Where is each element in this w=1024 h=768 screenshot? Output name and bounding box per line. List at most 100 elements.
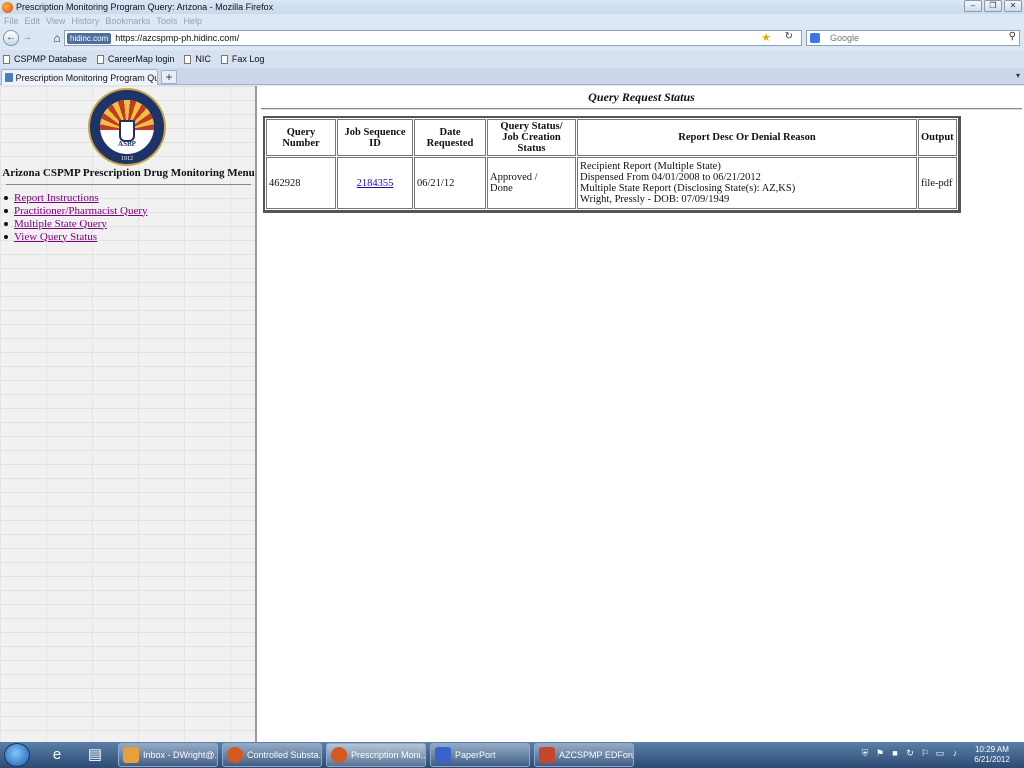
job-sequence-link[interactable]: 2184355 (357, 178, 394, 189)
menu-tools[interactable]: Tools (156, 16, 177, 26)
volume-icon[interactable]: ♪ (950, 747, 960, 759)
desc-line3: Multiple State Report (Disclosing State(… (580, 183, 796, 194)
firefox-icon (227, 747, 243, 763)
site-badge-text: hidinc.com (70, 33, 109, 43)
bullet (4, 234, 8, 239)
bookmark-cspmp-database[interactable]: CSPMP Database (3, 54, 87, 64)
google-icon[interactable] (810, 33, 820, 43)
taskbar-item-powerpoint[interactable]: AZCSPMP EDForu... (534, 743, 634, 767)
practitioner-pharmacist-query-link[interactable]: Practitioner/Pharmacist Query (14, 205, 148, 217)
task-label: PaperPort (455, 750, 496, 760)
app-tray-icon[interactable]: ■ (890, 747, 900, 759)
cell-status: Approved / Done (487, 157, 576, 209)
search-icon[interactable]: ⚲ (1009, 31, 1016, 42)
reload-icon[interactable]: ↻ (785, 31, 793, 42)
menu-divider (6, 184, 251, 185)
report-instructions-link[interactable]: Report Instructions (14, 192, 99, 204)
list-tabs-icon[interactable]: ▾ (1016, 71, 1020, 80)
network-icon[interactable]: ▭ (935, 747, 945, 759)
status-line1: Approved / (490, 172, 538, 183)
taskbar-item-outlook[interactable]: Inbox - DWright@... (118, 743, 218, 767)
menu-bookmarks[interactable]: Bookmarks (105, 16, 150, 26)
bookmark-nic[interactable]: NIC (184, 54, 211, 64)
asbp-seal-logo: ASBP 1912 (88, 88, 166, 166)
minimize-button[interactable]: – (964, 0, 982, 12)
taskbar-item-prescription-monitoring[interactable]: Prescription Moni... (326, 743, 426, 767)
url-text: https://azcspmp-ph.hidinc.com/ (115, 33, 240, 43)
page-icon (3, 54, 10, 64)
url-bar[interactable]: hidinc.com https://azcspmp-ph.hidinc.com… (64, 30, 802, 46)
sidebar-menu: ASBP 1912 Arizona CSPMP Prescription Dru… (0, 86, 257, 742)
header-output: Output (918, 119, 957, 156)
file-explorer-icon[interactable]: ▤ (80, 744, 110, 766)
tab-prescription-monitoring[interactable]: Prescription Monitoring Program Query:..… (1, 69, 158, 85)
bullet (4, 208, 8, 213)
menu-help[interactable]: Help (183, 16, 202, 26)
windows-taskbar: e ▤ Inbox - DWright@... Controlled Subst… (0, 742, 1024, 768)
list-item: Multiple State Query (4, 217, 148, 230)
cell-query-number: 462928 (266, 157, 336, 209)
search-placeholder: Google (830, 33, 860, 43)
page-icon (184, 54, 192, 64)
header-status-line2: Job Creation Status (502, 132, 561, 154)
menu-file[interactable]: File (4, 16, 19, 26)
menu-edit[interactable]: Edit (25, 16, 41, 26)
view-query-status-link[interactable]: View Query Status (14, 231, 97, 243)
menu-history[interactable]: History (71, 16, 99, 26)
mortar-pestle-icon (119, 120, 135, 142)
menu-view[interactable]: View (46, 16, 65, 26)
table-header-row: Query Number Job Sequence ID Date Reques… (266, 119, 957, 156)
window-title: Prescription Monitoring Program Query: A… (16, 2, 274, 12)
tab-bar: Prescription Monitoring Program Query:..… (0, 68, 1024, 85)
taskbar-item-paperport[interactable]: PaperPort (430, 743, 530, 767)
header-report-desc: Report Desc Or Denial Reason (577, 119, 917, 156)
firefox-icon (2, 1, 13, 13)
header-status: Query Status/ Job Creation Status (487, 119, 576, 156)
flag-icon[interactable]: ⚐ (920, 747, 930, 759)
home-icon[interactable]: ⌂ (49, 31, 65, 45)
tab-favicon-icon (5, 73, 13, 82)
page-title: Query Request Status (588, 90, 695, 104)
network-status-icon[interactable]: ⚑ (875, 747, 885, 759)
main-panel: Query Request Status Query Number Job Se… (259, 86, 1024, 742)
bullet (4, 195, 8, 200)
start-button[interactable] (4, 743, 30, 767)
header-status-line1: Query Status/ (500, 121, 563, 132)
new-tab-button[interactable]: + (161, 70, 177, 84)
search-input[interactable]: Google ⚲ (806, 30, 1020, 46)
multiple-state-query-link[interactable]: Multiple State Query (14, 218, 107, 230)
window-title-bar: Prescription Monitoring Program Query: A… (0, 0, 1024, 14)
bookmark-label: NIC (195, 54, 211, 64)
header-date-requested: Date Requested (414, 119, 486, 156)
bookmark-careermap-login[interactable]: CareerMap login (96, 54, 174, 64)
page-icon (220, 54, 228, 64)
shield-icon[interactable]: ⛨ (860, 747, 870, 759)
clock-date: 6/21/2012 (974, 755, 1010, 764)
desc-line4: Wright, Pressly - DOB: 07/09/1949 (580, 194, 730, 205)
internet-explorer-icon[interactable]: e (42, 744, 72, 766)
menu-bar: File Edit View History Bookmarks Tools H… (0, 14, 1024, 28)
firefox-icon (331, 747, 347, 763)
bookmark-fax-log[interactable]: Fax Log (220, 54, 264, 64)
back-button[interactable]: ← (3, 30, 19, 46)
title-divider (261, 108, 1022, 110)
seal-inner: ASBP (100, 100, 154, 154)
desc-line1: Recipient Report (Multiple State) (580, 161, 721, 172)
close-button[interactable]: ✕ (1004, 0, 1022, 12)
site-identity-badge[interactable]: hidinc.com (67, 32, 112, 44)
cell-report-desc: Recipient Report (Multiple State) Dispen… (577, 157, 917, 209)
page-icon (96, 54, 104, 64)
cell-output[interactable]: file-pdf (918, 157, 957, 209)
clock[interactable]: 10:29 AM 6/21/2012 (968, 745, 1016, 765)
bookmark-star-icon[interactable]: ★ (761, 31, 771, 44)
system-tray: ⛨ ⚑ ■ ↻ ⚐ ▭ ♪ (860, 747, 960, 759)
forward-button[interactable]: → (21, 32, 33, 44)
query-status-table: Query Number Job Sequence ID Date Reques… (263, 116, 961, 213)
sync-icon[interactable]: ↻ (905, 747, 915, 759)
bullet (4, 221, 8, 226)
cell-job-sequence-id: 2184355 (337, 157, 413, 209)
taskbar-item-controlled-substances[interactable]: Controlled Substa... (222, 743, 322, 767)
restore-button[interactable]: ❐ (984, 0, 1002, 12)
seal-text: ASBP (118, 140, 136, 148)
powerpoint-icon (539, 747, 555, 763)
